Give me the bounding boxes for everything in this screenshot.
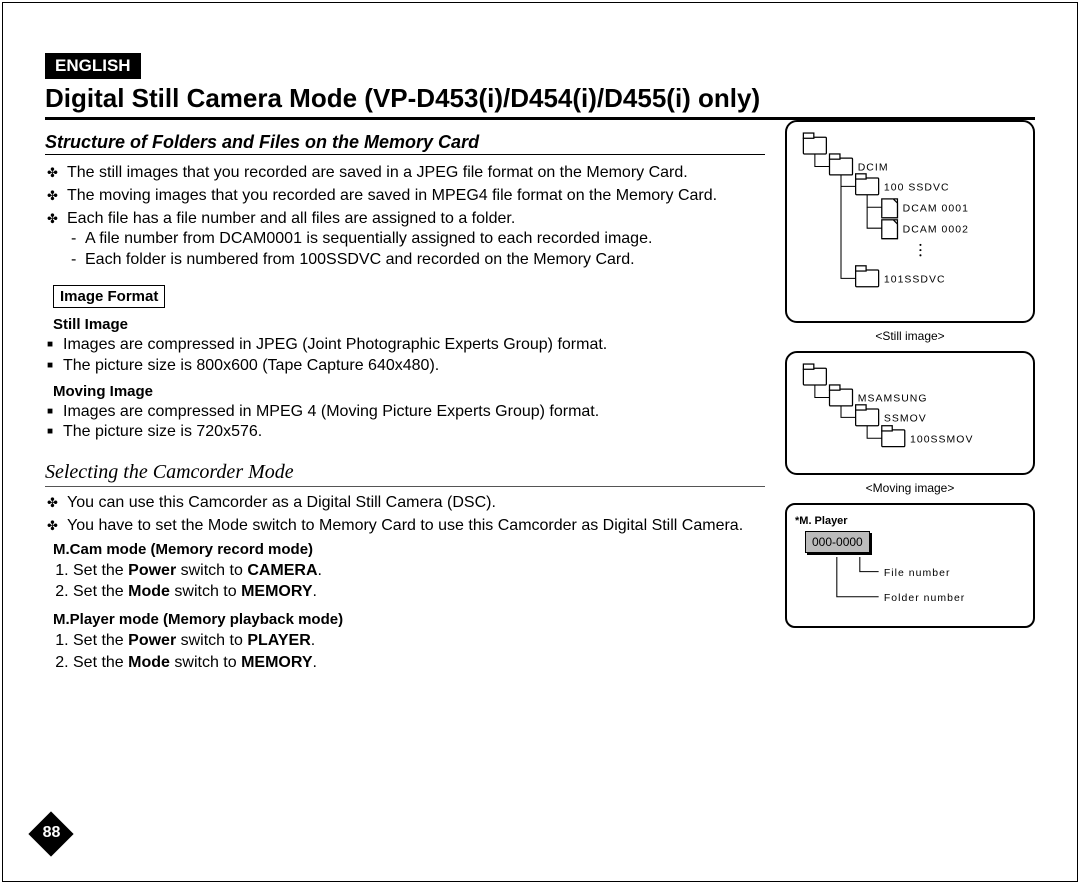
mplayer-title: *M. Player: [795, 515, 1025, 527]
sub-bullet: A file number from DCAM0001 is sequentia…: [85, 229, 765, 250]
page-number: 88: [29, 812, 74, 857]
svg-text:MSAMSUNG: MSAMSUNG: [858, 393, 928, 404]
svg-text:100SSMOV: 100SSMOV: [910, 434, 973, 445]
svg-text:100 SSDVC: 100 SSDVC: [884, 183, 950, 194]
sub-bullet: Each folder is numbered from 100SSDVC an…: [85, 250, 765, 271]
mplayer-mode-heading: M.Player mode (Memory playback mode): [53, 611, 765, 628]
svg-text:DCAM 0002: DCAM 0002: [903, 224, 969, 235]
moving-image-diagram: MSAMSUNG SSMOV 100SSMOV: [785, 351, 1035, 475]
file-slot: 000-0000: [805, 531, 870, 553]
step: Set the Mode switch to MEMORY.: [73, 581, 765, 603]
structure-bullets: The still images that you recorded are s…: [45, 163, 765, 271]
page-title: Digital Still Camera Mode (VP-D453(i)/D4…: [45, 83, 1035, 120]
selecting-bullets: You can use this Camcorder as a Digital …: [45, 493, 765, 537]
moving-image-caption: <Moving image>: [785, 481, 1035, 495]
svg-text:SSMOV: SSMOV: [884, 413, 927, 424]
bullet: Images are compressed in MPEG 4 (Moving …: [63, 402, 765, 423]
bullet: The picture size is 720x576.: [63, 422, 765, 443]
pointer-svg: File number Folder number: [795, 557, 1025, 615]
mplayer-steps: Set the Power switch to PLAYER. Set the …: [45, 630, 765, 673]
bullet: Images are compressed in JPEG (Joint Pho…: [63, 335, 765, 356]
bullet: The moving images that you recorded are …: [67, 186, 765, 207]
bullet: You have to set the Mode switch to Memor…: [67, 516, 765, 537]
svg-text:101SSDVC: 101SSDVC: [884, 275, 946, 286]
svg-text:Folder number: Folder number: [884, 593, 965, 604]
section-heading-structure: Structure of Folders and Files on the Me…: [45, 132, 765, 155]
mcam-steps: Set the Power switch to CAMERA. Set the …: [45, 560, 765, 603]
svg-text:DCAM 0001: DCAM 0001: [903, 203, 969, 214]
still-image-diagram: DCIM 100 SSDVC DCAM 0001 DCAM 0002: [785, 120, 1035, 323]
language-tag: ENGLISH: [45, 53, 141, 79]
image-format-label: Image Format: [53, 285, 165, 308]
step: Set the Power switch to PLAYER.: [73, 630, 765, 652]
folder-tree-svg: MSAMSUNG SSMOV 100SSMOV: [795, 363, 1025, 462]
bullet: Each file has a file number and all file…: [67, 209, 765, 271]
mplayer-diagram: *M. Player 000-0000 File number Folder n…: [785, 503, 1035, 628]
mcam-mode-heading: M.Cam mode (Memory record mode): [53, 541, 765, 558]
svg-text:DCIM: DCIM: [858, 163, 889, 174]
folder-tree-svg: DCIM 100 SSDVC DCAM 0001 DCAM 0002: [795, 132, 1025, 310]
moving-image-bullets: Images are compressed in MPEG 4 (Moving …: [45, 402, 765, 444]
bullet: The picture size is 800x600 (Tape Captur…: [63, 356, 765, 377]
moving-image-heading: Moving Image: [53, 383, 765, 400]
section-heading-selecting: Selecting the Camcorder Mode: [45, 461, 765, 487]
step: Set the Mode switch to MEMORY.: [73, 652, 765, 674]
svg-text:File number: File number: [884, 568, 951, 579]
still-image-caption: <Still image>: [785, 329, 1035, 343]
still-image-bullets: Images are compressed in JPEG (Joint Pho…: [45, 335, 765, 377]
bullet: The still images that you recorded are s…: [67, 163, 765, 184]
step: Set the Power switch to CAMERA.: [73, 560, 765, 582]
still-image-heading: Still Image: [53, 316, 765, 333]
bullet: You can use this Camcorder as a Digital …: [67, 493, 765, 514]
